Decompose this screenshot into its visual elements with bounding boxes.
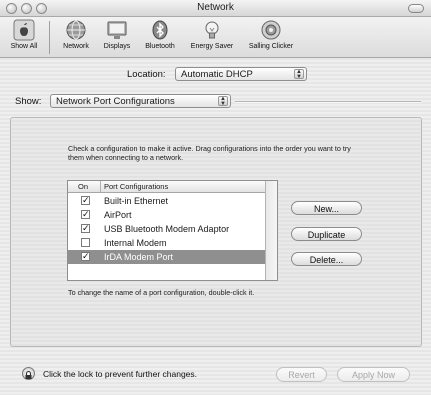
network-globe-icon [65,19,87,41]
row-checkbox[interactable] [81,238,90,247]
table-row[interactable]: Internal Modem [68,236,265,250]
row-checkbox[interactable]: ✓ [81,224,90,233]
vertical-scrollbar[interactable] [265,181,277,280]
row-label: Built-in Ethernet [104,196,169,206]
toolbar-item-label: Displays [103,43,131,50]
toolbar-toggle-button[interactable] [408,4,424,13]
row-label: IrDA Modem Port [104,252,174,262]
toolbar-item-label: Salling Clicker [248,43,294,50]
apple-icon [13,19,35,41]
divider [235,101,421,103]
table-row-selected[interactable]: ✓ IrDA Modem Port [68,250,265,264]
lightbulb-icon [201,19,223,41]
table-row[interactable]: ✓ Built-in Ethernet [68,194,265,208]
column-header-on[interactable]: On [78,182,88,191]
toolbar-item-label: Network [63,43,89,50]
port-configurations-table[interactable]: On Port Configurations ✓ Built-in Ethern… [67,180,278,281]
lock-text: Click the lock to prevent further change… [43,369,198,379]
apply-now-button[interactable]: Apply Now [337,367,410,382]
toolbar-item-show-all[interactable]: Show All [3,19,45,50]
table-row[interactable]: ✓ USB Bluetooth Modem Adaptor [68,222,265,236]
column-header-port-configurations[interactable]: Port Configurations [104,182,168,191]
checkmark-icon: ✓ [82,195,90,205]
lock-icon [25,371,32,379]
checkmark-icon: ✓ [82,209,90,219]
checkmark-icon: ✓ [82,223,90,233]
checkmark-icon: ✓ [82,251,90,261]
row-label: USB Bluetooth Modem Adaptor [104,224,230,234]
toolbar-item-energy-saver[interactable]: Energy Saver [185,19,239,50]
column-divider [100,181,101,192]
delete-button[interactable]: Delete... [291,252,362,266]
toolbar-item-displays[interactable]: Displays [99,19,135,50]
location-popup[interactable]: Automatic DHCP ▲ ▼ [175,67,307,81]
duplicate-button[interactable]: Duplicate [291,227,362,241]
row-label: AirPort [104,210,132,220]
row-label: Internal Modem [104,238,167,248]
title-bar: Network [0,0,431,17]
table-header: On Port Configurations [68,181,277,193]
preferences-toolbar: Show All Network Displays Bluetooth Ener… [0,17,431,58]
clicker-icon [260,19,282,41]
show-value: Network Port Configurations [56,96,175,107]
lock-button[interactable] [22,367,35,380]
popup-arrows-icon: ▲ ▼ [294,69,304,80]
rename-hint-text: To change the name of a port configurati… [68,288,255,297]
show-popup[interactable]: Network Port Configurations ▲ ▼ [50,94,231,108]
instructions-text: Check a configuration to make it active.… [68,144,351,162]
bluetooth-icon [149,19,171,41]
toolbar-item-label: Show All [10,43,38,50]
table-row[interactable]: ✓ AirPort [68,208,265,222]
toolbar-item-network[interactable]: Network [58,19,94,50]
row-checkbox[interactable]: ✓ [81,252,90,261]
popup-arrows-icon: ▲ ▼ [218,96,228,107]
row-checkbox[interactable]: ✓ [81,196,90,205]
show-label: Show: [15,96,42,107]
toolbar-item-label: Energy Saver [190,43,234,50]
row-checkbox[interactable]: ✓ [81,210,90,219]
toolbar-item-salling-clicker[interactable]: Salling Clicker [242,19,300,50]
display-icon [106,19,128,41]
toolbar-item-label: Bluetooth [145,43,175,50]
toolbar-separator [49,21,50,54]
revert-button[interactable]: Revert [276,367,327,382]
window-title: Network [197,2,234,13]
location-label: Location: [127,69,166,80]
new-button[interactable]: New... [291,201,362,215]
location-value: Automatic DHCP [181,69,253,80]
toolbar-item-bluetooth[interactable]: Bluetooth [140,19,180,50]
